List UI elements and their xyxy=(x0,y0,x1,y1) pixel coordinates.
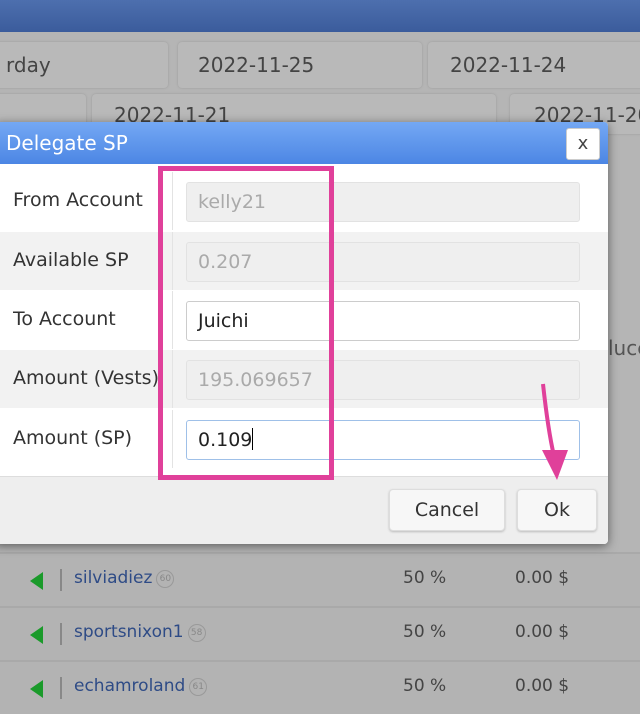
tab-date[interactable]: 2022-11-24 xyxy=(428,42,640,88)
tab-date[interactable]: rday xyxy=(0,42,168,88)
field-label: Amount (Vests) xyxy=(13,367,159,389)
value: 0.00 $ xyxy=(515,676,570,696)
upvote-icon[interactable] xyxy=(30,680,43,698)
field-label: Available SP xyxy=(13,249,129,271)
tab-date[interactable]: 2022-11-25 xyxy=(178,42,422,88)
arrow-annotation-icon xyxy=(541,383,568,480)
partial-column-text: luce xyxy=(608,336,640,360)
percent: 50 % xyxy=(403,568,447,588)
cancel-button[interactable]: Cancel xyxy=(389,489,505,531)
field-label: Amount (SP) xyxy=(13,427,133,449)
table-row: sportsnixon1 58 50 % 0.00 $ xyxy=(0,606,640,660)
dialog-title: Delegate SP xyxy=(0,122,608,164)
account-link[interactable]: sportsnixon1 58 xyxy=(74,622,206,642)
account-link[interactable]: silviadiez 60 xyxy=(74,568,175,588)
ok-button[interactable]: Ok xyxy=(517,489,597,531)
table-row: silviadiez 60 50 % 0.00 $ xyxy=(0,552,640,606)
divider xyxy=(60,569,62,591)
upvote-icon[interactable] xyxy=(30,626,43,644)
top-bar xyxy=(0,0,640,32)
upvote-icon[interactable] xyxy=(30,572,43,590)
reputation-badge: 61 xyxy=(189,678,208,696)
highlight-annotation xyxy=(158,166,334,480)
close-button[interactable]: x xyxy=(566,128,600,160)
table-row: echamroland 61 50 % 0.00 $ xyxy=(0,660,640,714)
percent: 50 % xyxy=(403,676,447,696)
dialog-footer: Cancel Ok xyxy=(0,476,608,544)
value: 0.00 $ xyxy=(515,622,570,642)
field-label: From Account xyxy=(13,189,143,211)
divider xyxy=(60,623,62,645)
field-label: To Account xyxy=(13,308,116,330)
reputation-badge: 58 xyxy=(187,624,206,642)
divider xyxy=(60,677,62,699)
percent: 50 % xyxy=(403,622,447,642)
value: 0.00 $ xyxy=(515,568,570,588)
account-link[interactable]: echamroland 61 xyxy=(74,676,208,696)
reputation-badge: 60 xyxy=(156,570,175,588)
